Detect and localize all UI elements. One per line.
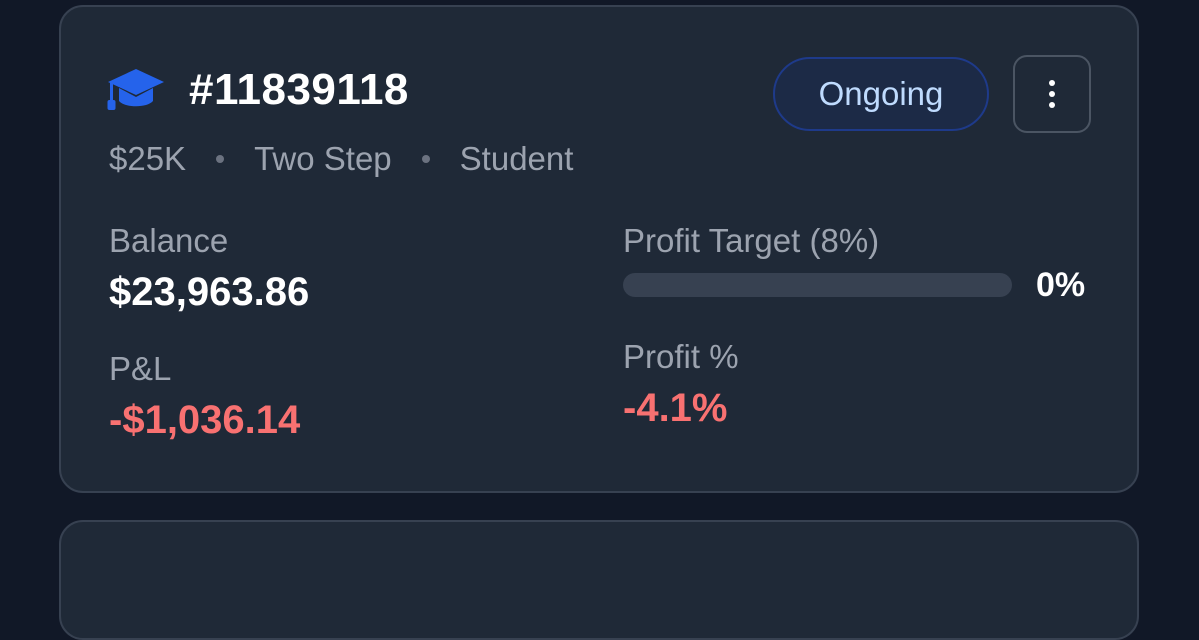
- balance-value: $23,963.86: [109, 270, 310, 314]
- account-type: Two Step: [254, 140, 392, 177]
- pnl-label: P&L: [109, 350, 172, 387]
- more-options-button[interactable]: [1013, 55, 1091, 133]
- balance-label: Balance: [109, 222, 229, 259]
- profit-percent-label: Profit %: [623, 338, 739, 375]
- profit-target-label: Profit Target (8%): [623, 222, 880, 259]
- pnl-value: -$1,036.14: [109, 398, 301, 442]
- profit-percent-value: -4.1%: [623, 386, 728, 430]
- separator-dot: [421, 155, 430, 163]
- account-card[interactable]: #11839118 $25K Two Step Student Ongoing …: [59, 5, 1139, 493]
- status-badge: Ongoing: [773, 57, 989, 131]
- graduation-cap-icon: [107, 69, 164, 110]
- account-plan: Student: [459, 140, 574, 177]
- profit-target-percent: 0%: [1036, 266, 1086, 304]
- profit-target-progress-bar: [623, 273, 1012, 297]
- account-id: #11839118: [189, 65, 409, 114]
- account-size: $25K: [109, 140, 187, 177]
- next-account-card[interactable]: [59, 520, 1139, 640]
- more-vertical-icon: [1049, 80, 1055, 86]
- separator-dot: [216, 155, 225, 163]
- account-meta: $25K Two Step Student: [109, 137, 573, 181]
